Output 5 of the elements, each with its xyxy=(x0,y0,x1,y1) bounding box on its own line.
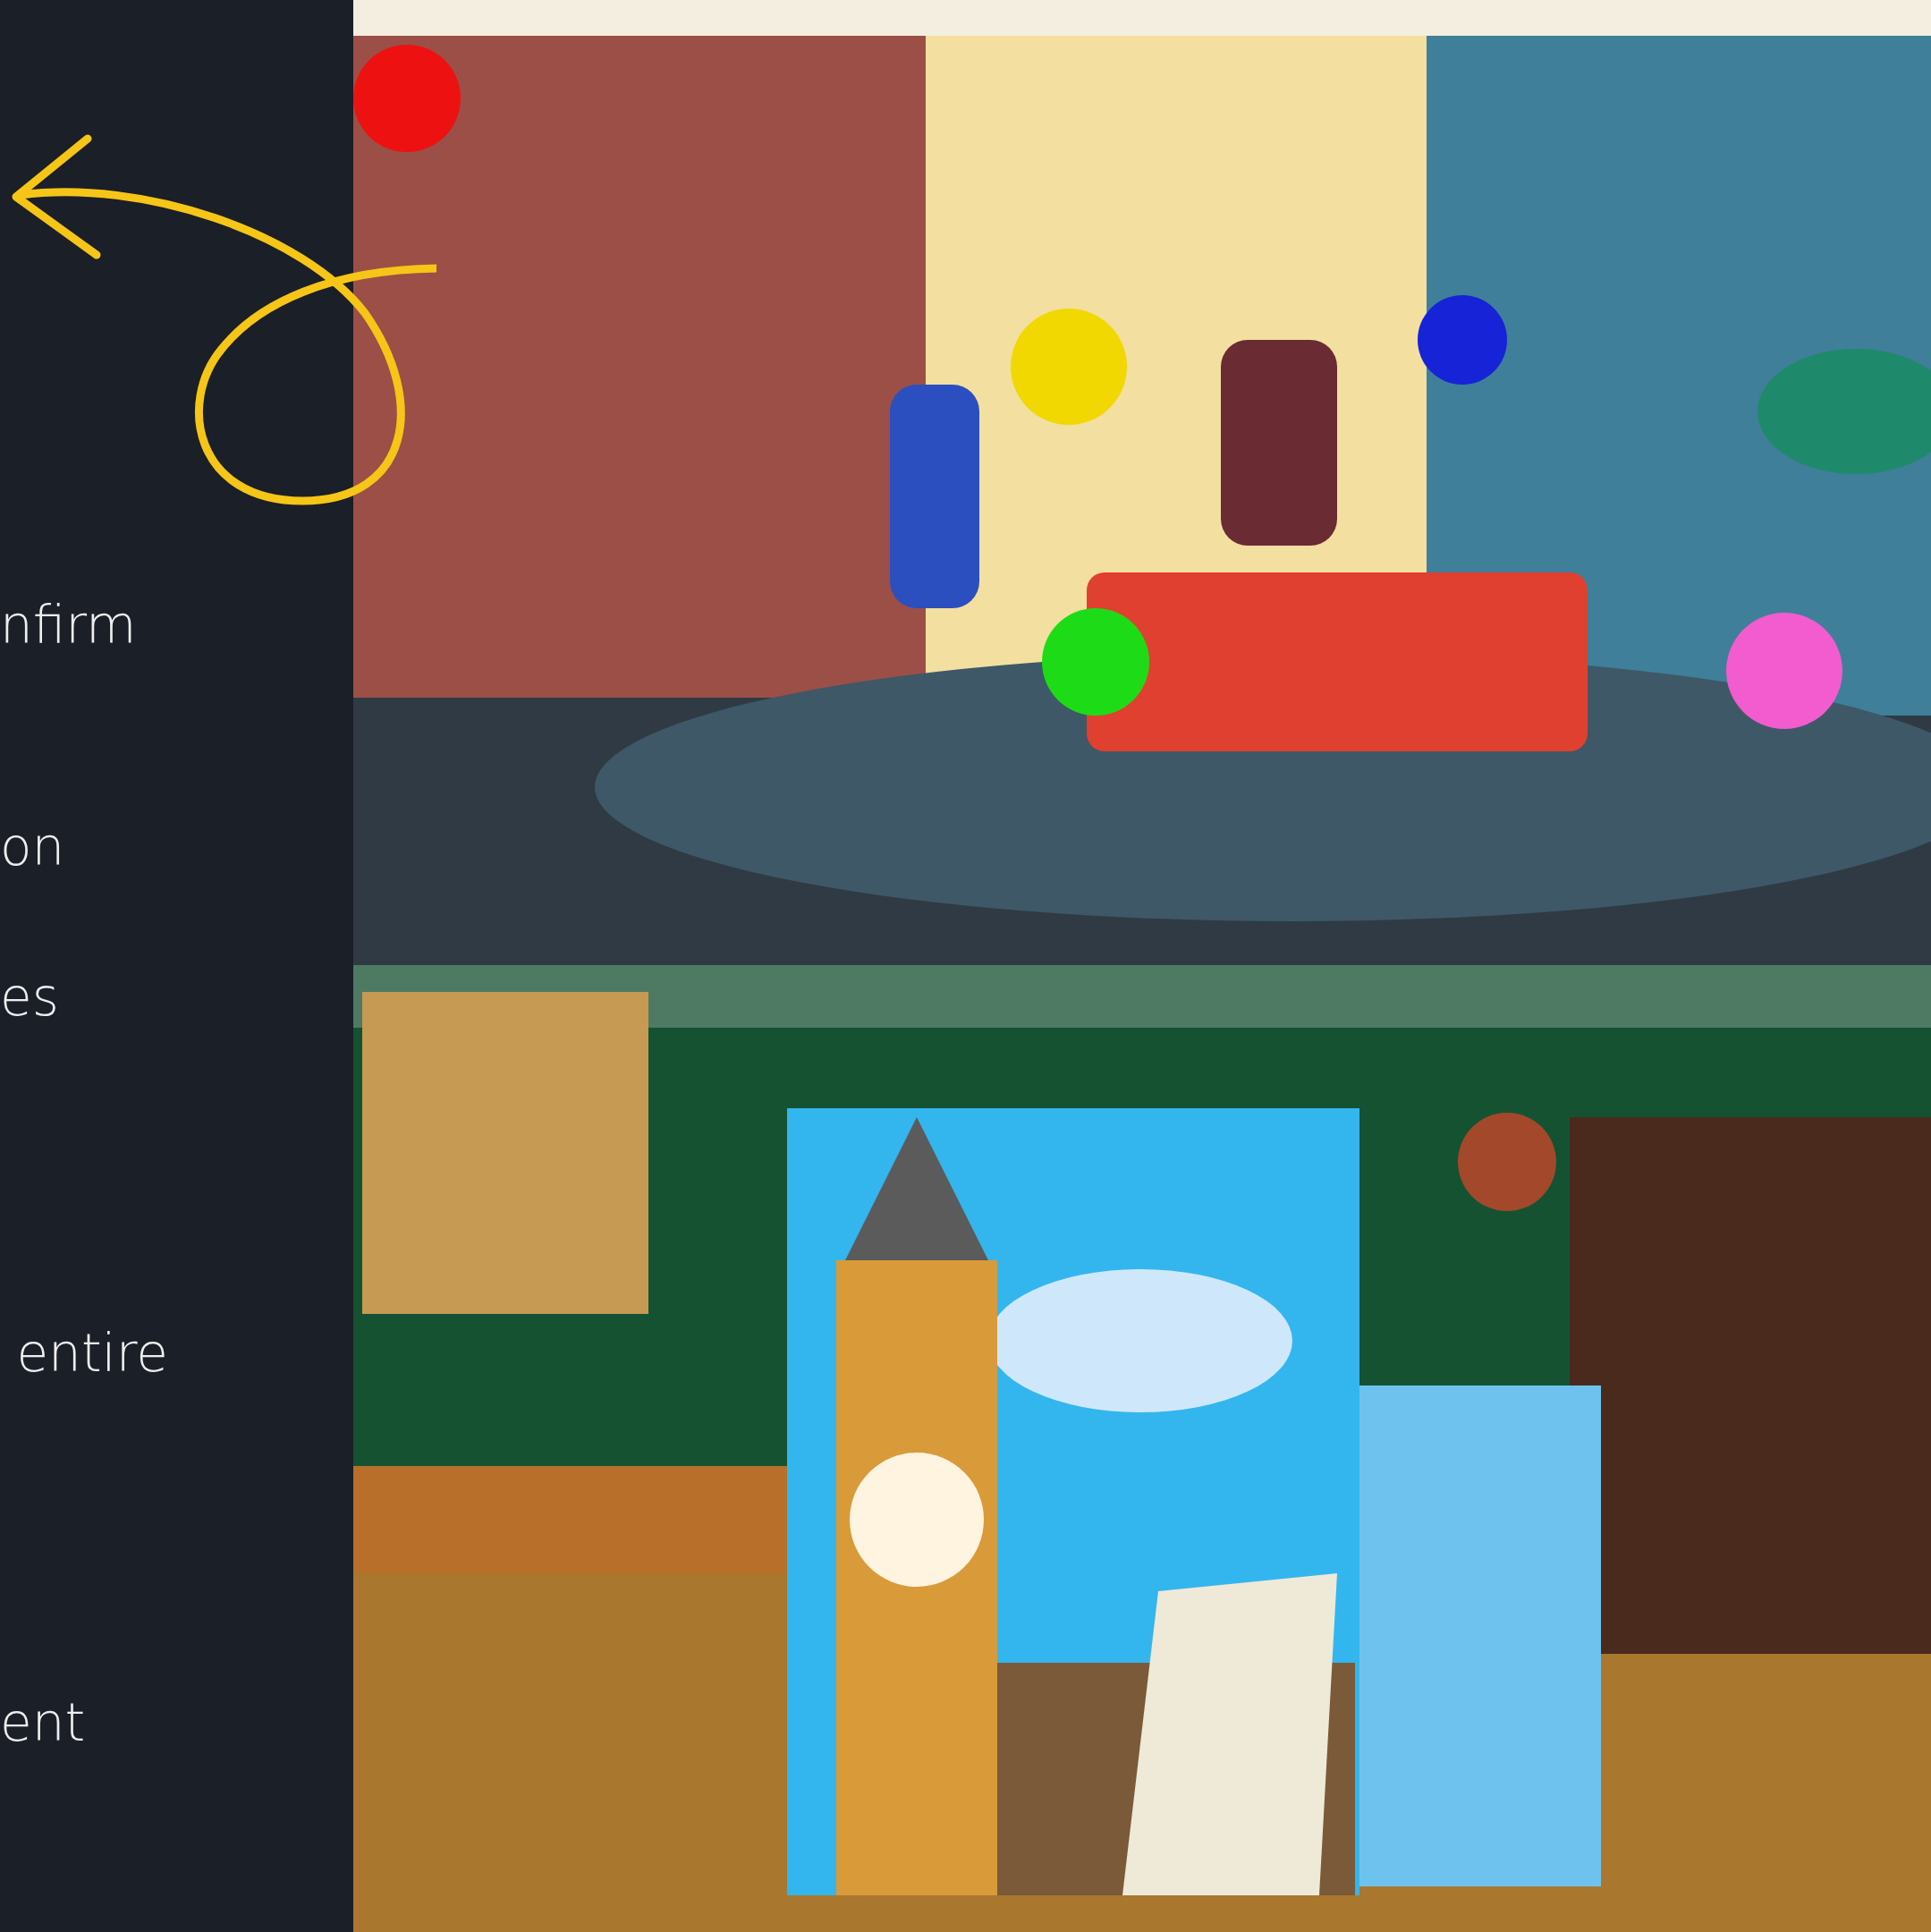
side-text: on xyxy=(0,821,66,873)
side-text: entire xyxy=(15,1327,169,1379)
side-text: nfirm xyxy=(0,599,138,651)
side-text: es xyxy=(0,971,60,1023)
side-text: ent xyxy=(0,1697,87,1749)
